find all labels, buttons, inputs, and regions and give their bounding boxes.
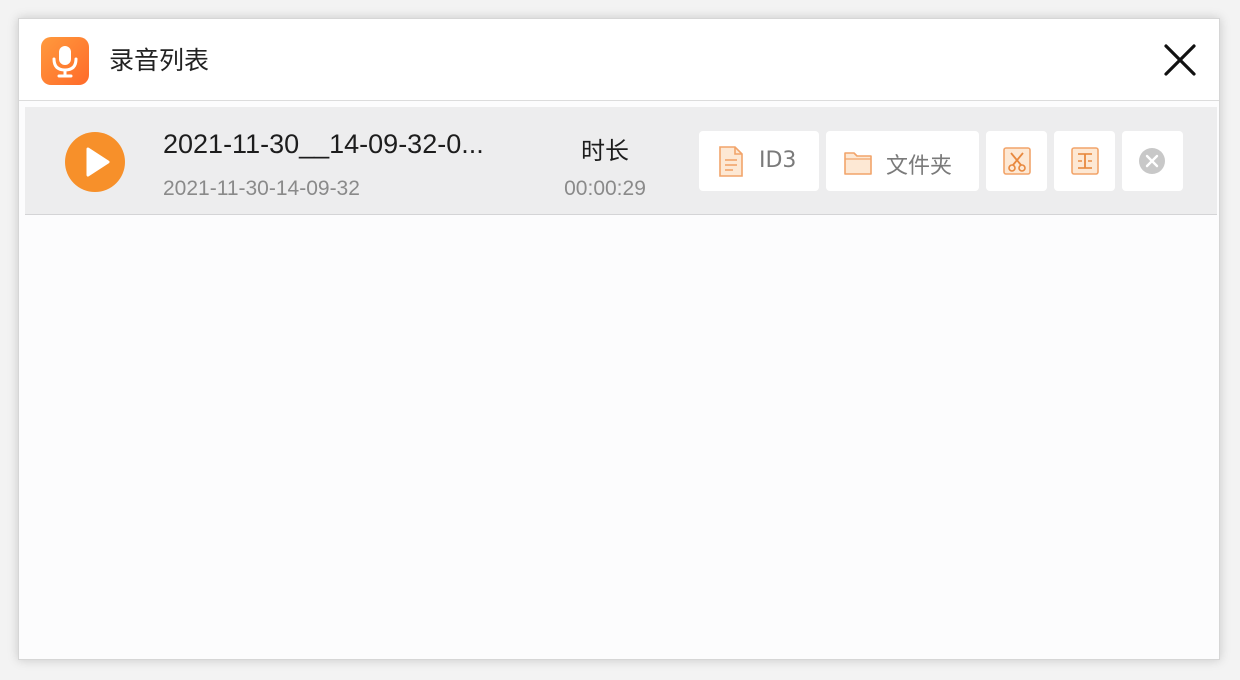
recording-list-window: 录音列表 2021-11-30__14-09-32-0... 2021-11-3… [18, 18, 1220, 660]
edit-button[interactable] [1054, 131, 1115, 191]
folder-label: 文件夹 [886, 154, 953, 179]
folder-icon [844, 152, 872, 175]
id3-label: ID3 [759, 148, 797, 173]
document-icon [719, 146, 743, 177]
remove-icon [1139, 148, 1165, 174]
remove-button[interactable] [1122, 131, 1183, 191]
scissors-icon [1003, 147, 1031, 175]
play-icon[interactable] [65, 132, 125, 192]
open-folder-button[interactable]: 文件夹 [826, 131, 979, 191]
cut-button[interactable] [986, 131, 1047, 191]
recording-file-name: 2021-11-30__14-09-32-0... [163, 129, 484, 159]
edit-text-icon [1071, 147, 1099, 175]
close-icon[interactable] [1161, 41, 1199, 79]
title-bar: 录音列表 [19, 19, 1219, 101]
recording-row[interactable]: 2021-11-30__14-09-32-0... 2021-11-30-14-… [25, 107, 1217, 215]
duration-value: 00:00:29 [564, 177, 646, 200]
duration-label: 时长 [581, 137, 629, 165]
recording-date: 2021-11-30-14-09-32 [163, 177, 360, 200]
id3-button[interactable]: ID3 [699, 131, 819, 191]
window-title: 录音列表 [109, 46, 210, 75]
microphone-icon [41, 37, 89, 85]
